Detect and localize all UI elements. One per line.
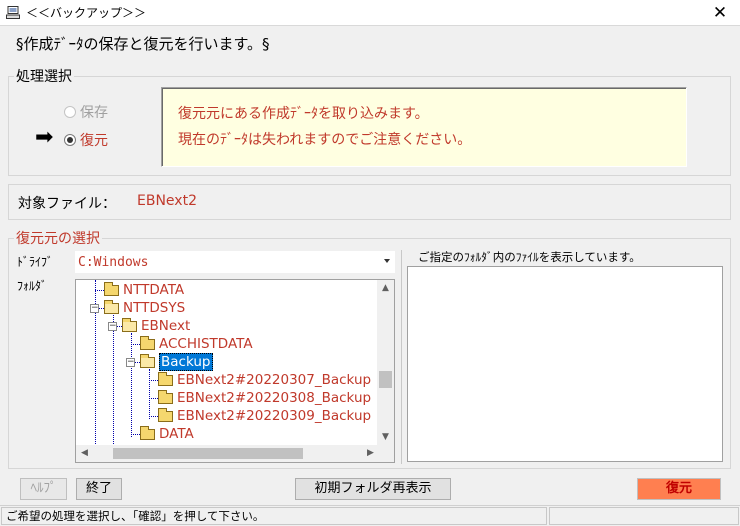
tree-expander[interactable]: − bbox=[126, 358, 135, 367]
folder-tree[interactable]: − − − NTTDATA NTTDSYS EBNext ACCHISTDATA… bbox=[75, 279, 395, 463]
folder-open-icon bbox=[140, 353, 155, 368]
radio-restore-label: 復元 bbox=[80, 133, 108, 149]
tree-item-backup[interactable]: Backup bbox=[140, 353, 213, 371]
tree-item-label: NTTDSYS bbox=[123, 300, 186, 316]
tree-item-nttdata[interactable]: NTTDATA bbox=[104, 281, 184, 299]
scroll-thumb[interactable] bbox=[379, 371, 392, 388]
tree-vertical-scrollbar[interactable]: ▲ ▼ bbox=[377, 280, 394, 446]
tree-connector bbox=[149, 398, 158, 399]
tree-item-label: EBNext bbox=[141, 318, 191, 334]
target-file-group bbox=[8, 184, 731, 220]
target-file-label: 対象ファイル： bbox=[18, 196, 116, 212]
tree-connector bbox=[131, 434, 140, 435]
scroll-left-icon[interactable]: ◀ bbox=[76, 445, 93, 462]
drive-label: ﾄﾞﾗｲﾌﾞ bbox=[17, 255, 54, 269]
scrollbar-corner bbox=[377, 445, 394, 462]
radio-save-circle[interactable] bbox=[64, 106, 76, 118]
status-bar: ご希望の処理を選択し、「確認」を押して下さい。 bbox=[0, 505, 740, 526]
help-button[interactable]: ﾍﾙﾌﾟ bbox=[20, 478, 67, 500]
folder-icon bbox=[104, 281, 119, 296]
tree-item-nttdsys[interactable]: NTTDSYS bbox=[104, 299, 185, 317]
close-button[interactable]: ✕ bbox=[708, 2, 732, 24]
tree-item-label-selected: Backup bbox=[159, 353, 213, 371]
tree-item-ebnext[interactable]: EBNext bbox=[122, 317, 190, 335]
tree-expander[interactable]: − bbox=[108, 322, 117, 331]
drive-select[interactable]: C:Windows bbox=[75, 251, 395, 273]
window-title: ＜＜バックアップ＞＞ bbox=[26, 6, 147, 20]
tree-item-label: ACCHISTDATA bbox=[159, 336, 253, 352]
tree-item-label: EBNext2#20220309_Backup bbox=[177, 408, 372, 424]
info-message-line-2: 現在のﾃﾞｰﾀは失われますのでご注意ください。 bbox=[178, 132, 472, 148]
tree-item-label: EBNext2#20220307_Backup bbox=[177, 372, 372, 388]
folder-label: ﾌｫﾙﾀﾞ bbox=[17, 279, 48, 293]
tree-connector bbox=[95, 290, 104, 291]
reset-folder-button[interactable]: 初期フォルダ再表示 bbox=[295, 478, 451, 500]
info-message-line-1: 復元元にある作成ﾃﾞｰﾀを取り込みます。 bbox=[178, 106, 429, 122]
file-list-note: ご指定のﾌｫﾙﾀﾞ内のﾌｧｲﾙを表示しています。 bbox=[418, 250, 641, 264]
tree-connector bbox=[131, 344, 140, 345]
chevron-down-icon[interactable] bbox=[384, 259, 390, 263]
tree-item-backup-20220307[interactable]: EBNext2#20220307_Backup bbox=[158, 371, 371, 389]
radio-save-label: 保存 bbox=[80, 105, 108, 121]
tree-connector bbox=[131, 333, 132, 437]
tree-horizontal-scrollbar[interactable]: ◀ ▶ bbox=[76, 445, 379, 462]
tree-connector bbox=[149, 369, 150, 419]
tree-connector bbox=[113, 315, 114, 462]
tree-item-backup-20220309[interactable]: EBNext2#20220309_Backup bbox=[158, 407, 371, 425]
info-message-box: 復元元にある作成ﾃﾞｰﾀを取り込みます。 現在のﾃﾞｰﾀは失われますのでご注意く… bbox=[161, 87, 687, 167]
computer-icon bbox=[6, 6, 20, 19]
tree-item-label: EBNext2#20220308_Backup bbox=[177, 390, 372, 406]
restore-button[interactable]: 復元 bbox=[637, 478, 721, 500]
panel-divider bbox=[401, 250, 402, 464]
exit-button[interactable]: 終了 bbox=[76, 478, 122, 500]
process-selection-label: 処理選択 bbox=[14, 66, 74, 86]
folder-open-icon bbox=[122, 317, 137, 332]
folder-icon bbox=[158, 407, 173, 422]
folder-icon bbox=[140, 335, 155, 350]
tree-item-backup-20220308[interactable]: EBNext2#20220308_Backup bbox=[158, 389, 371, 407]
status-message: ご希望の処理を選択し、「確認」を押して下さい。 bbox=[1, 507, 547, 525]
source-selection-label: 復元元の選択 bbox=[14, 228, 102, 248]
tree-connector bbox=[149, 416, 158, 417]
target-file-value: EBNext2 bbox=[137, 193, 197, 209]
arrow-right-icon: ➡ bbox=[35, 125, 54, 150]
title-bar: ＜＜バックアップ＞＞ ✕ bbox=[0, 0, 740, 26]
folder-icon bbox=[158, 371, 173, 386]
folder-icon bbox=[140, 425, 155, 440]
scroll-down-icon[interactable]: ▼ bbox=[377, 429, 394, 446]
tree-expander[interactable]: − bbox=[90, 304, 99, 313]
status-pane-empty bbox=[549, 507, 739, 525]
scroll-thumb[interactable] bbox=[113, 448, 303, 459]
file-list[interactable] bbox=[407, 266, 723, 462]
drive-select-value: C:Windows bbox=[78, 255, 149, 270]
tree-item-label: NTTDATA bbox=[123, 282, 185, 298]
tree-item-label: DATA bbox=[159, 426, 194, 442]
radio-restore-circle[interactable] bbox=[64, 134, 76, 146]
folder-icon bbox=[158, 389, 173, 404]
radio-restore[interactable]: 復元 bbox=[64, 130, 108, 150]
scroll-up-icon[interactable]: ▲ bbox=[377, 280, 394, 297]
tree-connector bbox=[149, 380, 158, 381]
page-header: §作成ﾃﾞｰﾀの保存と復元を行います。§ bbox=[16, 35, 270, 53]
radio-save[interactable]: 保存 bbox=[64, 102, 108, 122]
tree-item-data[interactable]: DATA bbox=[140, 425, 194, 443]
folder-open-icon bbox=[104, 299, 119, 314]
tree-item-acchistdata[interactable]: ACCHISTDATA bbox=[140, 335, 253, 353]
